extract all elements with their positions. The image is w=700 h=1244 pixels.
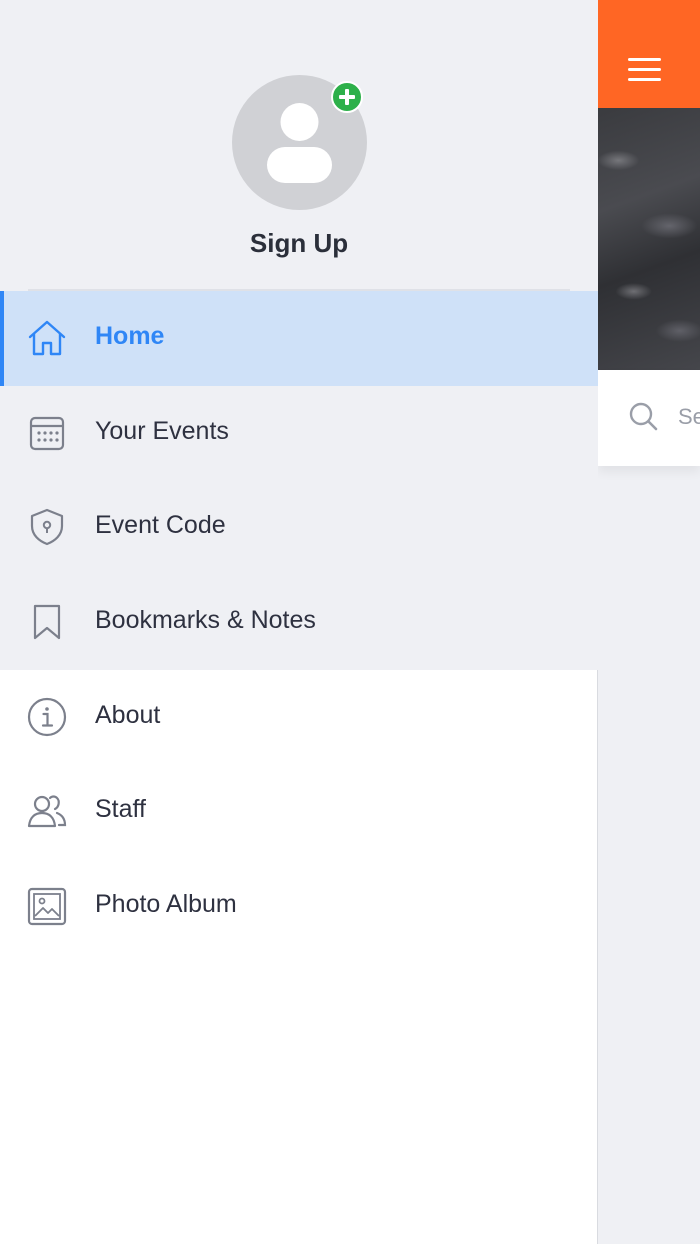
sign-up-label[interactable]: Sign Up — [0, 228, 598, 259]
search-bar[interactable]: Se — [598, 370, 700, 466]
main-screen: Se — [598, 0, 700, 1244]
main-top-bar — [598, 0, 700, 108]
menu-item-home[interactable]: Home — [0, 291, 598, 386]
photo-album-icon — [27, 887, 67, 926]
bookmark-icon — [33, 604, 61, 640]
menu-item-label: About — [95, 701, 161, 729]
staff-icon — [27, 795, 67, 828]
calendar-icon — [29, 416, 65, 451]
search-placeholder: Se — [678, 404, 700, 429]
menu-item-label: Event Code — [95, 511, 226, 539]
shield-icon — [30, 508, 64, 546]
menu-item-event-code[interactable]: Event Code — [0, 480, 598, 575]
hero-image — [598, 108, 700, 370]
drawer-header: Sign Up — [0, 0, 598, 291]
hamburger-menu-icon[interactable] — [628, 58, 664, 84]
menu-item-label: Staff — [95, 795, 146, 823]
search-icon — [629, 402, 658, 431]
menu-item-your-events[interactable]: Your Events — [0, 386, 598, 481]
menu-item-label: Your Events — [95, 417, 229, 445]
menu-item-staff[interactable]: Staff — [0, 764, 598, 859]
menu-item-label: Home — [95, 322, 165, 350]
menu-item-about[interactable]: About — [0, 670, 598, 765]
menu-item-photo-album[interactable]: Photo Album — [0, 859, 598, 954]
plus-icon[interactable] — [331, 81, 363, 113]
menu-item-label: Photo Album — [95, 890, 237, 918]
info-icon — [27, 697, 67, 737]
menu-item-bookmarks-notes[interactable]: Bookmarks & Notes — [0, 575, 598, 670]
home-icon — [28, 320, 66, 356]
navigation-drawer: Sign Up Home Your Events Event Code Book… — [0, 0, 598, 1244]
menu-item-label: Bookmarks & Notes — [95, 606, 316, 634]
